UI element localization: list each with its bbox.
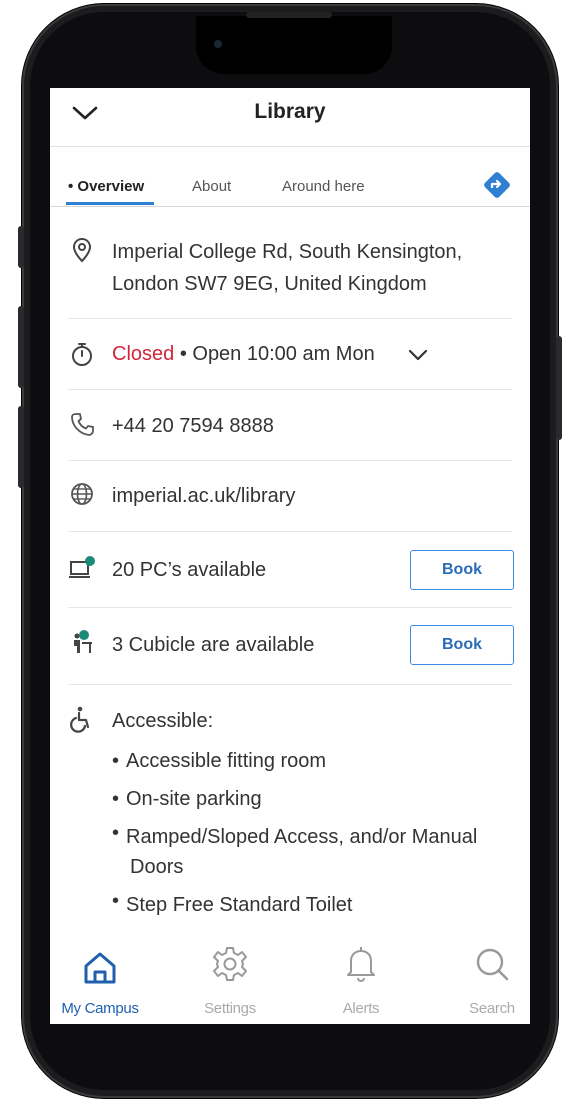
website-row[interactable]: imperial.ac.uk/library (68, 480, 512, 514)
tabs-divider (50, 206, 530, 207)
cubicles-available: 3 Cubicle are available (112, 634, 315, 656)
accessible-feature-continued: Doors (130, 856, 184, 878)
phone-number[interactable]: +44 20 7594 8888 (112, 410, 274, 442)
phone-icon (71, 413, 94, 436)
closed-status: Closed (112, 343, 175, 365)
home-icon (84, 952, 116, 984)
gear-icon (213, 947, 247, 981)
hours-text: Closed • Open 10:00 am Mon (112, 338, 375, 370)
notch (196, 16, 392, 74)
book-pc-button[interactable]: Book (410, 550, 514, 590)
tab-about[interactable]: About (192, 178, 231, 195)
accessible-feature: Step Free Standard Toilet (112, 882, 477, 924)
top-bar: Library (50, 88, 530, 144)
volume-down-button (18, 406, 24, 488)
nav-alerts[interactable]: Alerts (301, 944, 421, 1024)
nav-settings[interactable]: Settings (170, 944, 290, 1024)
active-tab-indicator (66, 202, 154, 205)
accessible-feature: On-site parking (112, 780, 477, 818)
nav-search[interactable]: Search (432, 944, 530, 1024)
speaker (246, 12, 332, 18)
accessibility-section: Accessible: Accessible fitting room On-s… (68, 705, 512, 920)
divider (68, 684, 512, 685)
search-icon (476, 948, 509, 981)
cubicles-row: 3 Cubicle are available Book (68, 625, 514, 669)
address-row: Imperial College Rd, South Kensington, L… (68, 236, 512, 306)
divider (68, 318, 512, 319)
address-line-2: London SW7 9EG, United Kingdom (112, 273, 427, 295)
computer-icon (69, 556, 95, 578)
address-text: Imperial College Rd, South Kensington, L… (112, 236, 462, 300)
location-pin-icon (72, 237, 92, 263)
volume-up-button (18, 306, 24, 388)
address-line-1: Imperial College Rd, South Kensington, (112, 241, 463, 263)
power-button (556, 336, 562, 440)
divider (68, 531, 512, 532)
website-link[interactable]: imperial.ac.uk/library (112, 480, 295, 512)
nav-my-campus[interactable]: My Campus (50, 944, 158, 1024)
hours-row[interactable]: Closed • Open 10:00 am Mon (68, 338, 512, 372)
accessible-features-list: Accessible fitting room On-site parking … (112, 742, 477, 924)
bell-icon (347, 947, 375, 983)
chevron-down-icon[interactable] (408, 348, 428, 362)
directions-icon[interactable] (482, 170, 512, 200)
pcs-row: 20 PC’s available Book (68, 550, 514, 594)
nav-label: Settings (204, 1000, 256, 1017)
phone-row[interactable]: +44 20 7594 8888 (68, 410, 512, 444)
divider (50, 146, 530, 147)
nav-label: Alerts (342, 1000, 380, 1017)
tab-around-here[interactable]: Around here (282, 178, 365, 195)
book-cubicle-button[interactable]: Book (410, 625, 514, 665)
accessible-heading: Accessible: (112, 710, 214, 732)
accessible-feature: Ramped/Sloped Access, and/or Manual (112, 818, 477, 852)
wheelchair-icon (70, 706, 90, 733)
globe-icon (71, 483, 93, 505)
divider (68, 460, 512, 461)
pcs-available: 20 PC’s available (112, 559, 267, 581)
nav-label: Search (469, 1000, 515, 1017)
divider (68, 607, 512, 608)
next-opening: • Open 10:00 am Mon (174, 343, 375, 365)
front-camera (214, 40, 222, 48)
app-screen: Library • Overview About Around here Imp… (50, 88, 530, 1024)
tab-overview[interactable]: • Overview (68, 178, 144, 195)
accessible-feature: Accessible fitting room (112, 742, 477, 780)
mute-switch (18, 226, 24, 268)
page-title: Library (254, 100, 326, 123)
cubicle-icon (74, 630, 92, 653)
stopwatch-icon (72, 343, 92, 366)
bottom-navigation: My Campus Settings Alerts Search (50, 944, 530, 1024)
nav-label: My Campus (61, 1000, 139, 1017)
divider (68, 389, 512, 390)
